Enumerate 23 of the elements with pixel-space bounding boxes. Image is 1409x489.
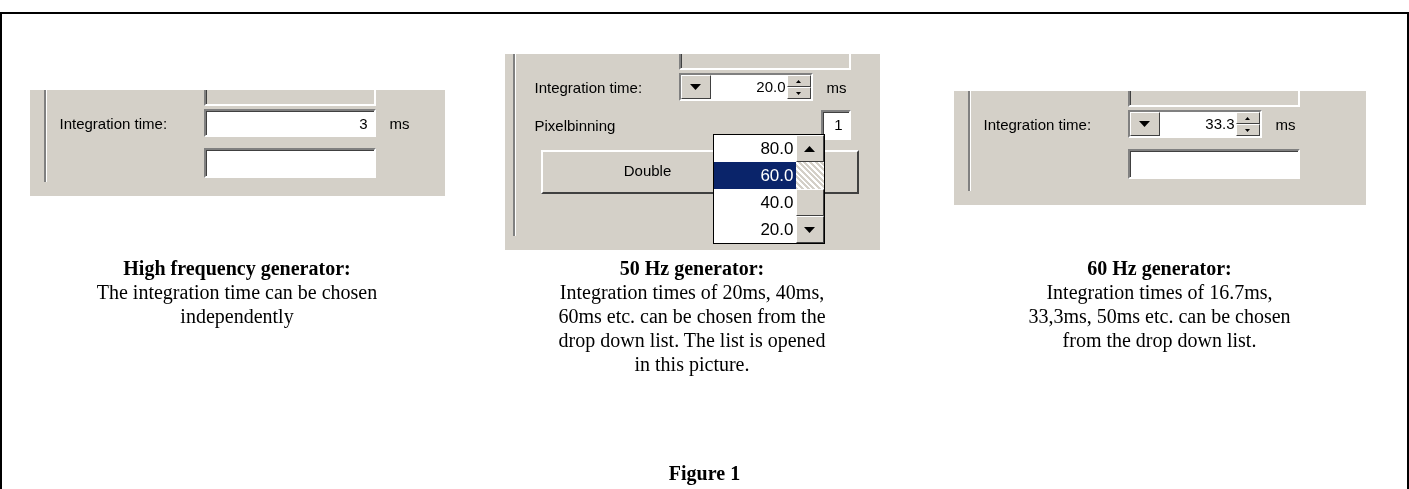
dropdown-option[interactable]: 20.0: [713, 216, 796, 243]
dropdown-option[interactable]: 60.0: [713, 162, 796, 189]
caption-title: 50 Hz generator:: [619, 256, 765, 280]
pixelbinning-field[interactable]: [1127, 149, 1300, 179]
caption-text: The integration time can be chosen independently: [95, 280, 379, 328]
unit-label: ms: [826, 78, 847, 96]
field-label: Integration time:: [983, 115, 1093, 133]
field-label: Integration time:: [534, 78, 644, 96]
down-triangle-icon: [804, 226, 815, 233]
pixelbinning-field[interactable]: 1: [820, 110, 851, 140]
unit-label: ms: [389, 114, 410, 132]
integration-time-field[interactable]: 3: [203, 109, 376, 137]
caption-title: High frequency generator:: [123, 256, 351, 280]
field-label: Integration time:: [59, 114, 169, 132]
field-label: Pixelbinning: [534, 116, 617, 134]
caption-title: 60 Hz generator:: [1087, 256, 1232, 280]
unit-label: ms: [1275, 115, 1296, 133]
scrollbar[interactable]: [795, 135, 824, 243]
up-triangle-icon: [804, 145, 815, 152]
caption-text: Integration times of 20ms, 40ms, 60ms etc. can be chosen from the drop down list. The list is opened in this picture.: [557, 280, 827, 376]
caption-text: Integration times of 16.7ms, 33,3ms, 50ms etc. can be chosen from the drop down list.: [1027, 280, 1292, 352]
pixelbinning-field[interactable]: [203, 148, 376, 178]
figure-title: Figure 1: [668, 462, 741, 485]
